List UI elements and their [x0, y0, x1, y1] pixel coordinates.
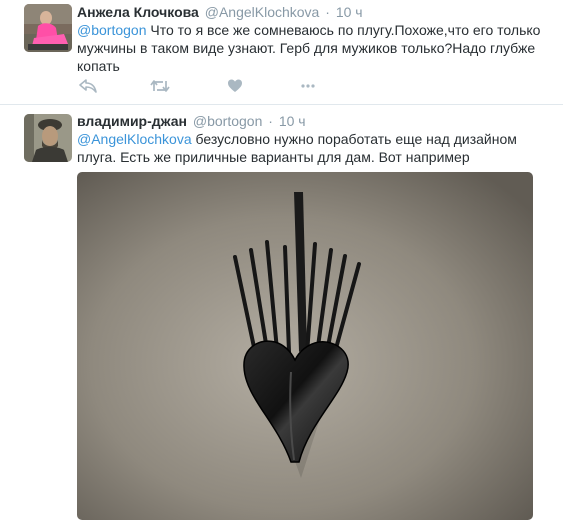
user-handle[interactable]: @bortogon	[193, 113, 262, 129]
user-fullname[interactable]: владимир-джан	[77, 113, 187, 129]
tweet-text: @AngelKlochkova безусловно нужно поработ…	[77, 130, 547, 166]
separator-dot: ·	[325, 4, 330, 20]
avatar-image	[24, 4, 72, 52]
reply-icon[interactable]	[79, 78, 99, 96]
tweet[interactable]: Анжела Клочкова @AngelKlochkova · 10 ч @…	[0, 0, 563, 104]
avatar-image	[24, 114, 72, 162]
tweet-text: @bortogon Что то я все же сомневаюсь по …	[77, 21, 547, 75]
heart-shaped-plow-photo	[77, 172, 533, 520]
like-icon[interactable]	[227, 78, 247, 96]
tweet-header: владимир-джан @bortogon · 10 ч	[77, 112, 306, 130]
user-handle[interactable]: @AngelKlochkova	[205, 4, 320, 20]
tweet-photo[interactable]	[77, 172, 533, 520]
mention-link[interactable]: @AngelKlochkova	[77, 131, 192, 147]
separator-dot: ·	[268, 113, 273, 129]
mention-link[interactable]: @bortogon	[77, 22, 146, 38]
tweet-body: Что то я все же сомневаюсь по плугу.Похо…	[77, 22, 541, 74]
tweet-header: Анжела Клочкова @AngelKlochkova · 10 ч	[77, 3, 363, 21]
avatar[interactable]	[24, 114, 72, 162]
tweet[interactable]: владимир-джан @bortogon · 10 ч @AngelKlo…	[0, 105, 563, 520]
more-icon[interactable]	[300, 78, 320, 96]
avatar[interactable]	[24, 4, 72, 52]
tweet-actions	[77, 78, 377, 96]
timestamp[interactable]: 10 ч	[336, 4, 363, 20]
user-fullname[interactable]: Анжела Клочкова	[77, 4, 199, 20]
timestamp[interactable]: 10 ч	[279, 113, 306, 129]
retweet-icon[interactable]	[150, 78, 170, 96]
